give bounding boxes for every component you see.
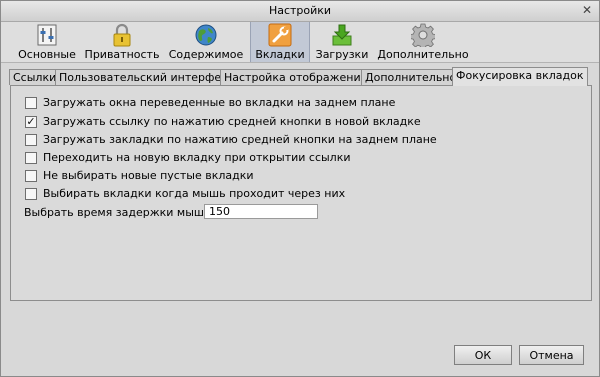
cancel-button[interactable]: Отмена [519,345,584,365]
toolbar-item-tabs[interactable]: Вкладки [250,22,310,62]
toolbar-item-label: Загрузки [315,48,369,61]
general-settings-icon [37,24,57,46]
option-label: Загружать закладки по нажатию средней кн… [43,133,437,146]
window-title: Настройки [268,4,332,17]
checkbox[interactable] [25,152,37,164]
option-label: Загружать окна переведенные во вкладки н… [43,96,396,109]
toolbar-item-label: Основные [18,48,76,61]
preferences-window: Настройки ✕ Основные Приватность Содержи… [0,0,600,377]
tab-user-interface[interactable]: Пользовательский интерфейс [55,69,239,85]
toolbar-item-content[interactable]: Содержимое [167,22,245,62]
wrench-icon [268,23,292,47]
tab-links[interactable]: Ссылки [9,69,61,85]
tab-tab-focus[interactable]: Фокусировка вкладок [452,67,588,86]
hover-delay-input[interactable] [204,204,318,219]
tab-strip: Ссылки Пользовательский интерфейс Настро… [9,67,591,86]
title-bar[interactable]: Настройки ✕ [1,1,599,22]
hover-delay-label: Выбрать время задержки мыши: [24,206,215,219]
checkbox[interactable] [25,134,37,146]
toolbar-item-label: Вкладки [255,48,305,61]
toolbar-item-privacy[interactable]: Приватность [84,22,160,62]
option-label: Не выбирать новые пустые вкладки [43,169,254,182]
ok-button[interactable]: ОК [454,345,512,365]
checkmark-icon: ✓ [26,115,36,128]
toolbar-item-label: Дополнительно [377,48,469,61]
toolbar-item-label: Содержимое [168,48,244,61]
option-label: Переходить на новую вкладку при открытии… [43,151,351,164]
checkbox[interactable] [25,170,37,182]
toolbar-item-label: Приватность [84,48,160,61]
option-label: Выбирать вкладки когда мышь проходит чер… [43,187,346,200]
download-icon [332,24,352,46]
toolbar-item-downloads[interactable]: Загрузки [311,22,373,62]
option-label: Загружать ссылку по нажатию средней кноп… [43,115,421,128]
tab-display-settings[interactable]: Настройка отображения [220,69,372,85]
padlock-icon [113,23,131,47]
globe-icon [195,24,217,46]
checkbox[interactable]: ✓ [25,115,37,128]
toolbar-item-advanced[interactable]: Дополнительно [376,22,470,62]
gear-icon [411,23,435,47]
category-toolbar: Основные Приватность Содержимое Вкладки … [1,22,599,63]
checkbox[interactable] [25,97,37,109]
close-icon[interactable]: ✕ [580,3,594,17]
tab-advanced[interactable]: Дополнительно [361,69,461,85]
checkbox[interactable] [25,188,37,200]
toolbar-item-general[interactable]: Основные [15,22,79,62]
